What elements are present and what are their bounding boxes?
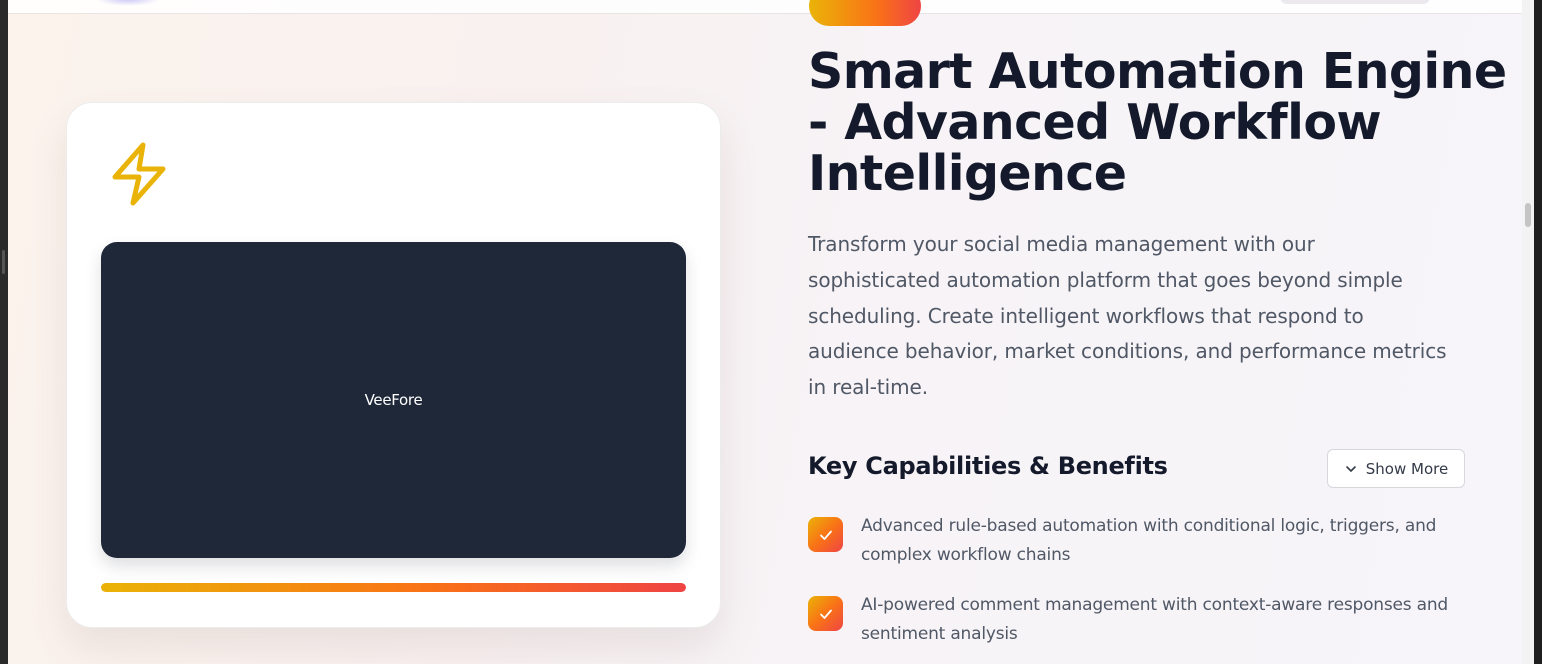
show-more-label: Show More: [1365, 459, 1449, 478]
product-preview-panel: VeeFore: [101, 242, 686, 558]
feature-title: Smart Automation Engine - Advanced Workf…: [808, 43, 1507, 202]
vertical-scrollbar[interactable]: [1522, 0, 1534, 664]
chevron-down-icon: [1345, 465, 1356, 472]
progress-bar-fill: [101, 583, 686, 592]
window-right-edge: [1534, 0, 1542, 664]
check-icon: [808, 596, 843, 631]
feature-preview-card: VeeFore: [66, 102, 721, 628]
feature-description: Transform your social media management w…: [808, 232, 1447, 400]
window-left-edge: [0, 0, 8, 664]
resize-handle[interactable]: [2, 250, 5, 274]
logo-icon[interactable]: [96, 0, 160, 6]
page-viewport: VeeFore Smart Automation Engine - Advanc…: [8, 0, 1522, 664]
show-more-button[interactable]: Show More: [1327, 449, 1465, 488]
scrollbar-thumb[interactable]: [1525, 203, 1531, 227]
lightning-bolt-icon: [112, 142, 166, 206]
progress-bar: [101, 583, 686, 592]
capability-text: AI-powered comment management with conte…: [861, 595, 1449, 644]
header-cta-button[interactable]: [1280, 0, 1430, 4]
capability-text: Advanced rule-based automation with cond…: [861, 516, 1437, 565]
category-badge: [809, 0, 921, 26]
site-header: [8, 0, 1522, 14]
preview-brand-label: VeeFore: [364, 391, 423, 409]
check-icon: [808, 517, 843, 552]
capabilities-heading: Key Capabilities & Benefits: [808, 452, 1168, 480]
